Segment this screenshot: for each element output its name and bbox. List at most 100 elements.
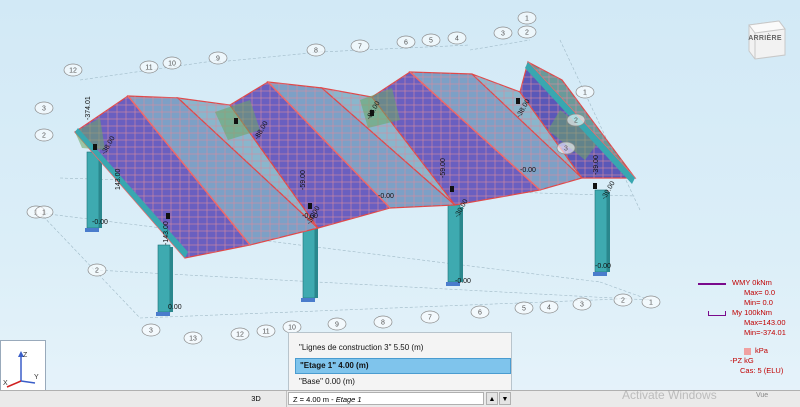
moment-label: -39.00: [593, 155, 600, 175]
svg-text:9: 9: [216, 56, 220, 63]
moment-label: -59.00: [440, 158, 447, 178]
roof-panels: [74, 60, 637, 259]
axis-bubble: 11: [256, 324, 276, 338]
svg-text:3: 3: [501, 31, 505, 38]
axis-bubble: 5: [421, 33, 441, 47]
axis-bubble: 5: [514, 301, 534, 315]
watermark-extra: Vue: [756, 392, 769, 399]
axis-bubble: 11: [139, 60, 159, 74]
level-down-button[interactable]: ▼: [499, 392, 511, 405]
svg-text:7: 7: [428, 315, 432, 322]
moment-label: -0.00: [595, 263, 611, 270]
svg-text:1: 1: [525, 16, 529, 23]
svg-text:5: 5: [429, 38, 433, 45]
svg-text:8: 8: [314, 48, 318, 55]
svg-text:13: 13: [189, 336, 197, 343]
axis-bubble: 4: [447, 31, 467, 45]
column: [301, 219, 318, 302]
svg-text:10: 10: [168, 61, 176, 68]
moment-label: -0.00: [520, 167, 536, 174]
axis-bubble: 10: [162, 56, 182, 70]
svg-text:2: 2: [42, 133, 46, 140]
axis-bubble: 3: [556, 141, 576, 155]
axis-bubble: 1: [575, 85, 595, 99]
moment-label: -0.00: [378, 193, 394, 200]
svg-text:12: 12: [236, 332, 244, 339]
levels-dropdown[interactable]: "Lignes de construction 3" 5.50 (m) "Eta…: [288, 332, 512, 392]
axis-bubble: 2: [87, 263, 107, 277]
level-item-base[interactable]: "Base" 0.00 (m): [295, 375, 509, 389]
svg-text:3: 3: [42, 106, 46, 113]
legend-my: My 100kNm: [694, 308, 794, 318]
axis-bubble: 1: [641, 295, 661, 309]
view-mode-field[interactable]: 3D: [226, 391, 287, 407]
moment-label: -143.00: [163, 221, 170, 245]
axis-bubble: 4: [539, 300, 559, 314]
axis-bubble: 12: [230, 327, 250, 341]
svg-text:3: 3: [564, 146, 568, 153]
level-field[interactable]: Z = 4.00 m - Etage 1: [288, 392, 484, 405]
legend-line-icon: [698, 283, 726, 285]
axis-bubble: 3: [572, 297, 592, 311]
legend-max2: Max=143.00: [744, 318, 786, 327]
moment-label: -0.00: [92, 219, 108, 226]
node-marker: [450, 186, 454, 192]
view-cube[interactable]: ARRIÈRE: [741, 15, 789, 63]
svg-text:2: 2: [95, 268, 99, 275]
legend-min1: Min= 0.0: [744, 298, 773, 307]
axis-bubble: 12: [63, 63, 83, 77]
axis-bubble: 3: [493, 26, 513, 40]
grid-line: [469, 39, 531, 51]
svg-text:11: 11: [145, 65, 152, 72]
results-legend: WMY 0kNm Max= 0.0 Min= 0.0 My 100kNm Max…: [694, 278, 794, 376]
axis-bubble: 2: [566, 113, 586, 127]
axis-y-label: Y: [34, 374, 39, 381]
svg-text:8: 8: [381, 320, 385, 327]
axes-triad-icon: Z X Y: [3, 351, 39, 388]
svg-text:1: 1: [583, 90, 587, 97]
svg-text:4: 4: [455, 36, 459, 43]
grid-line: [217, 51, 321, 63]
grid-line: [319, 44, 471, 53]
legend-kpa: kPa: [694, 346, 794, 356]
node-marker: [93, 144, 97, 150]
svg-text:3: 3: [580, 302, 584, 309]
svg-text:2: 2: [574, 118, 578, 125]
3d-viewport[interactable]: 1211109876543213211123231312111098765432…: [0, 0, 800, 407]
svg-text:3: 3: [149, 328, 153, 335]
svg-text:5: 5: [522, 306, 526, 313]
level-up-button[interactable]: ▲: [486, 392, 498, 405]
level-item-etage-1[interactable]: "Etage 1" 4.00 (m): [295, 358, 511, 374]
svg-text:1: 1: [42, 210, 46, 217]
moment-label: -0.00: [455, 278, 471, 285]
svg-text:6: 6: [478, 310, 482, 317]
pressure-swatch-icon: [744, 347, 751, 355]
svg-text:12: 12: [69, 68, 77, 75]
level-name: Etage 1: [335, 395, 362, 404]
legend-wmy: WMY 0kNm: [694, 278, 794, 288]
node-marker: [234, 118, 238, 124]
grid-line: [94, 269, 651, 301]
node-marker: [308, 203, 312, 209]
svg-text:11: 11: [262, 329, 269, 336]
axis-x-label: X: [3, 380, 8, 387]
level-prefix: Z = 4.00 m -: [293, 395, 336, 404]
legend-bracket-icon: [708, 311, 726, 316]
axis-bubble: 7: [420, 310, 440, 324]
axis-bubble: 9: [327, 317, 347, 331]
node-marker: [593, 183, 597, 189]
axis-bubble: 2: [517, 25, 537, 39]
axis-bubble: 7: [350, 39, 370, 53]
view-cube-label: ARRIÈRE: [748, 35, 782, 42]
svg-text:7: 7: [358, 44, 362, 51]
axis-bubble: 3: [34, 101, 54, 115]
axis-bubble: 8: [306, 43, 326, 57]
moment-label: 0.00: [168, 304, 182, 311]
axis-bubble: 2: [613, 293, 633, 307]
svg-text:2: 2: [621, 298, 625, 305]
axis-bubble: 1: [34, 205, 54, 219]
svg-text:2: 2: [525, 30, 529, 37]
axis-bubble: 13: [183, 331, 203, 345]
svg-text:9: 9: [335, 322, 339, 329]
level-item-construction[interactable]: "Lignes de construction 3" 5.50 (m): [295, 341, 509, 355]
